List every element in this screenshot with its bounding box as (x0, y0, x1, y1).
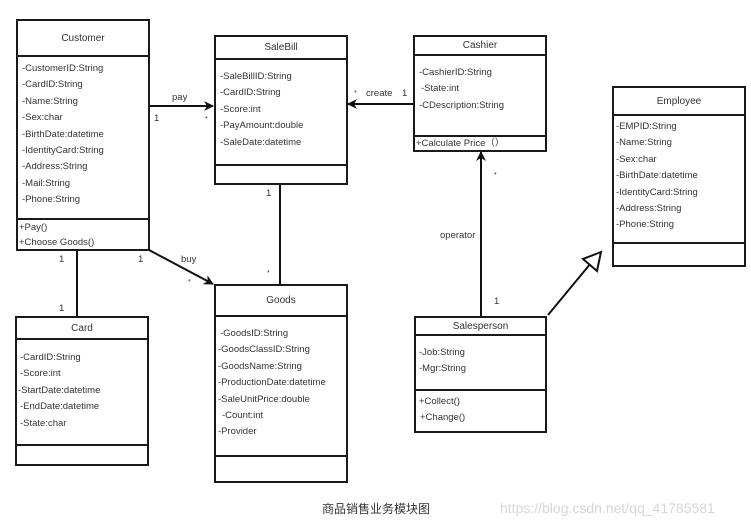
attribute: -Score:int (20, 368, 61, 380)
watermark: https://blog.csdn.net/qq_41785581 (500, 500, 715, 516)
class-salesperson[interactable]: Salesperson -Job:String -Mgr:String +Col… (414, 316, 547, 433)
attribute: -State:int (421, 83, 460, 95)
methods-empty (17, 444, 147, 466)
operator-label: operator (440, 230, 476, 241)
attribute: -GoodsID:String (220, 328, 289, 339)
create-from-multiplicity: 1 (402, 88, 408, 99)
attribute: -Count:int (222, 409, 264, 421)
buy-from-multiplicity: 1 (138, 254, 144, 265)
attribute: -CardID:String (22, 79, 83, 91)
attribute: -Sex:char (22, 112, 63, 124)
method: +Choose Goods() (19, 237, 95, 248)
attribute: -Mgr:String (419, 363, 466, 375)
salebill-goods-to-multiplicity: * (267, 270, 270, 277)
methods-empty (614, 242, 744, 265)
attribute: -CashierID:String (419, 67, 492, 78)
attribute: -State:char (20, 417, 67, 429)
attribute: -Phone:String (22, 194, 81, 206)
attribute: -Provider (218, 426, 257, 438)
create-to-multiplicity: * (354, 90, 357, 97)
attribute: -SaleBillID:String (220, 71, 292, 82)
class-name: Cashier (415, 37, 545, 56)
attribute: -CDescription:String (419, 99, 504, 111)
class-name: Goods (216, 286, 346, 317)
class-cashier[interactable]: Cashier -CashierID:String -State:int -CD… (413, 35, 547, 152)
attribute: -Sex:char (616, 153, 657, 165)
attribute: -BirthDate:datetime (22, 128, 104, 140)
attribute: -Name:String (616, 137, 672, 149)
attribute: -PayAmount:double (220, 120, 304, 132)
class-name: SaleBill (216, 37, 346, 60)
pay-label: pay (172, 92, 188, 103)
attribute: -EndDate:datetime (20, 401, 100, 413)
operator-to-multiplicity: * (494, 172, 497, 179)
methods-empty (216, 164, 346, 183)
attribute: -Address:String (616, 202, 682, 214)
pay-to-multiplicity: * (205, 116, 208, 123)
attribute: -SaleUnitPrice:double (218, 393, 310, 405)
operator-from-multiplicity: 1 (494, 296, 500, 307)
method: +Collect() (419, 396, 460, 407)
attribute: -IdentityCard:String (616, 186, 698, 198)
class-name: Customer (18, 21, 148, 57)
attribute: -CardID:String (20, 352, 81, 363)
salebill-goods-from-multiplicity: 1 (266, 188, 272, 199)
attribute: -BirthDate:datetime (616, 170, 698, 182)
buy-label: buy (181, 254, 197, 265)
method: +Calculate Price（） (416, 138, 505, 149)
diagram-caption: 商品销售业务模块图 (322, 502, 431, 516)
class-employee[interactable]: Employee -EMPID:String -Name:String -Sex… (612, 86, 746, 267)
method: +Pay() (19, 222, 48, 233)
attribute: -Address:String (22, 161, 88, 173)
customer-card-to-multiplicity: 1 (59, 303, 65, 314)
attribute: -StartDate:datetime (18, 384, 101, 396)
class-card[interactable]: Card -CardID:String -Score:int -StartDat… (15, 316, 149, 466)
attribute: -GoodsClassID:String (218, 344, 310, 356)
class-customer[interactable]: Customer -CustomerID:String -CardID:Stri… (16, 19, 150, 251)
customer-card-from-multiplicity: 1 (59, 254, 65, 265)
attribute: -IdentityCard:String (22, 144, 104, 156)
create-label: create (366, 88, 393, 99)
buy-to-multiplicity: * (188, 279, 191, 286)
generalization-line (547, 262, 592, 316)
attribute: -CustomerID:String (22, 63, 104, 74)
attribute: -Mail:String (22, 177, 71, 189)
class-name: Salesperson (416, 318, 545, 336)
class-name: Employee (614, 88, 744, 116)
class-salebill[interactable]: SaleBill -SaleBillID:String -CardID:Stri… (214, 35, 348, 185)
class-goods[interactable]: Goods -GoodsID:String -GoodsClassID:Stri… (214, 284, 348, 483)
methods-empty (216, 455, 346, 481)
method: +Change() (420, 412, 466, 424)
attribute: -EMPID:String (616, 121, 677, 132)
attribute: -Job:String (419, 347, 465, 358)
attribute: -Phone:String (616, 219, 675, 231)
attribute: -Score:int (220, 103, 261, 115)
attribute: -CardID:String (220, 87, 281, 99)
pay-from-multiplicity: 1 (154, 113, 160, 124)
attribute: -Name:String (22, 95, 78, 107)
class-name: Card (17, 318, 147, 340)
attribute: -SaleDate:datetime (220, 136, 302, 148)
attribute: -ProductionDate:datetime (218, 377, 326, 389)
attribute: -GoodsName:String (218, 360, 302, 372)
